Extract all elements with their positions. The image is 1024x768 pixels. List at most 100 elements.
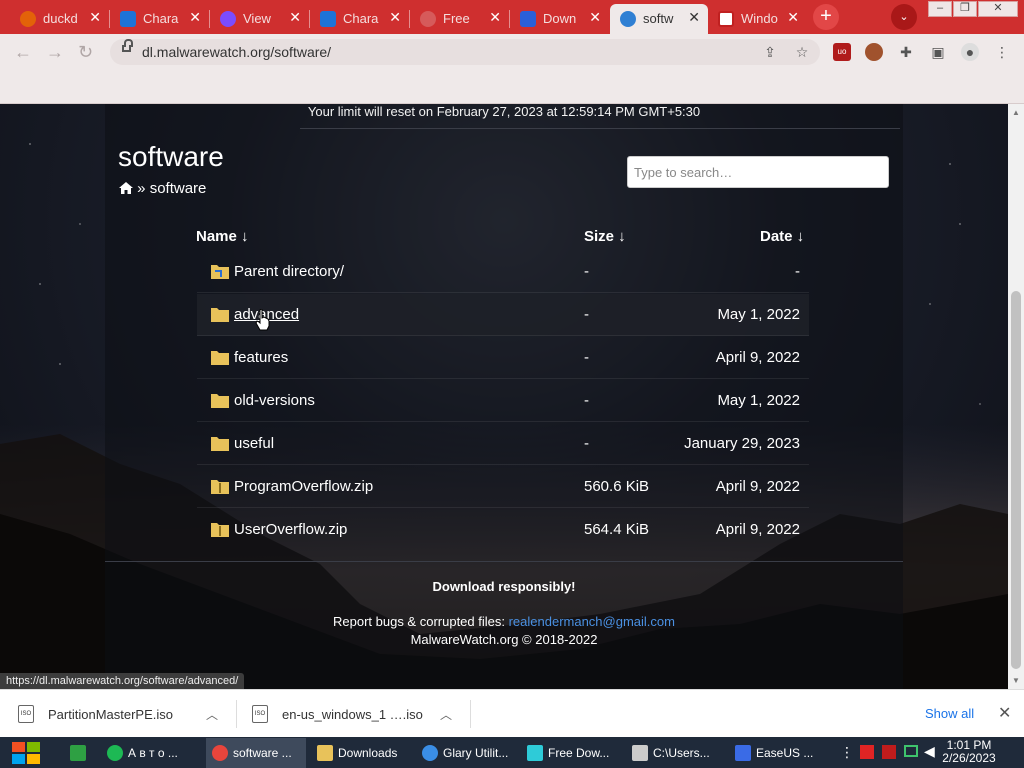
tab-close-icon[interactable]: ✕ xyxy=(589,9,601,26)
download-file-name[interactable]: PartitionMasterPE.iso xyxy=(48,707,173,722)
taskbar-app-chrome[interactable]: software ... xyxy=(206,738,306,768)
free-download-manager-icon xyxy=(527,745,543,761)
file-name[interactable]: ProgramOverflow.zip xyxy=(234,478,373,495)
table-row-useful[interactable]: useful - January 29, 2023 xyxy=(197,423,809,465)
tab-software-active[interactable]: softw ✕ xyxy=(610,4,708,34)
tab-windows[interactable]: Windo ✕ xyxy=(708,4,807,34)
table-row-programoverflow[interactable]: ProgramOverflow.zip 560.6 KiB April 9, 2… xyxy=(197,466,809,508)
taskbar-app-sheet[interactable] xyxy=(64,738,96,768)
tab-free[interactable]: Free ✕ xyxy=(410,4,510,34)
reload-icon[interactable]: ↻ xyxy=(78,42,93,63)
taskbar-app-label: Free Dow... xyxy=(548,746,610,760)
tab-download[interactable]: Down ✕ xyxy=(510,4,609,34)
new-tab-button[interactable]: + xyxy=(813,4,839,30)
file-date: April 9, 2022 xyxy=(715,521,800,538)
column-header-date[interactable]: Date ↓ xyxy=(760,228,804,245)
network-icon[interactable] xyxy=(904,745,918,757)
table-row-old-versions[interactable]: old-versions - May 1, 2022 xyxy=(197,380,809,422)
taskbar-app-glary[interactable]: Glary Utilit... xyxy=(416,738,516,768)
tab-label: Free xyxy=(443,11,470,26)
table-row-advanced[interactable]: advanced - May 1, 2022 xyxy=(197,294,809,336)
ublock-icon[interactable]: uo xyxy=(833,43,851,61)
profile-icon[interactable]: ● xyxy=(961,43,979,61)
chrome-icon xyxy=(212,745,228,761)
url-text[interactable]: dl.malwarewatch.org/software/ xyxy=(142,44,331,60)
chevron-up-icon[interactable]: ︿ xyxy=(440,706,452,723)
tab-view[interactable]: View ✕ xyxy=(210,4,310,34)
volume-icon[interactable]: ◀ xyxy=(924,743,935,760)
taskbar-app-cmd[interactable]: C:\Users... xyxy=(626,738,726,768)
download-responsibly-text: Download responsibly! xyxy=(432,579,576,594)
file-name[interactable]: UserOverflow.zip xyxy=(234,521,347,538)
file-name[interactable]: useful xyxy=(234,435,274,452)
home-icon[interactable] xyxy=(119,182,133,194)
scroll-down-icon[interactable]: ▼ xyxy=(1012,676,1020,685)
breadcrumb-current[interactable]: software xyxy=(150,180,207,197)
page-scrollbar[interactable]: ▲ ▼ xyxy=(1008,104,1024,689)
tab-close-icon[interactable]: ✕ xyxy=(688,9,700,26)
extension-avatar-icon[interactable] xyxy=(865,43,883,61)
download-item-partitionmaster[interactable]: ISO PartitionMasterPE.iso ︿ xyxy=(18,690,228,738)
file-name[interactable]: old-versions xyxy=(234,392,315,409)
flag-icon[interactable] xyxy=(860,745,874,759)
download-item-windows-iso[interactable]: ISO en-us_windows_1 ….iso ︿ xyxy=(252,690,462,738)
share-icon[interactable]: ⇪ xyxy=(761,43,779,61)
close-window-button[interactable]: ✕ xyxy=(978,1,1018,17)
scrollbar-thumb[interactable] xyxy=(1011,291,1021,669)
security-tray-icon[interactable] xyxy=(882,745,896,759)
tab-close-icon[interactable]: ✕ xyxy=(189,9,201,26)
folder-icon xyxy=(211,394,229,408)
lock-icon[interactable] xyxy=(122,39,133,52)
taskbar-app-downloads[interactable]: Downloads xyxy=(311,738,411,768)
address-bar[interactable]: dl.malwarewatch.org/software/ xyxy=(110,39,820,65)
table-row-parent-directory[interactable]: Parent directory/ - - xyxy=(197,251,809,293)
close-download-bar-icon[interactable]: ✕ xyxy=(998,703,1011,723)
show-all-downloads-link[interactable]: Show all xyxy=(925,706,974,721)
minimize-button[interactable]: ‒ xyxy=(928,1,952,17)
table-row-features[interactable]: features - April 9, 2022 xyxy=(197,337,809,379)
spotify-icon xyxy=(107,745,123,761)
tray-overflow-icon[interactable]: ⋮ xyxy=(840,744,854,761)
tab-chara-1[interactable]: Chara ✕ xyxy=(110,4,210,34)
column-header-size[interactable]: Size ↓ xyxy=(584,228,626,245)
file-date: April 9, 2022 xyxy=(715,349,800,366)
table-row-useroverflow[interactable]: UserOverflow.zip 564.4 KiB April 9, 2022 xyxy=(197,509,809,551)
chevron-up-icon[interactable]: ︿ xyxy=(206,706,218,723)
download-file-name[interactable]: en-us_windows_1 ….iso xyxy=(282,707,423,722)
divider xyxy=(470,700,471,728)
extensions-puzzle-icon[interactable]: ✚ xyxy=(897,43,915,61)
taskbar-app-label: А в т о ... xyxy=(128,746,178,760)
file-date: May 1, 2022 xyxy=(717,392,800,409)
taskbar-app-label: C:\Users... xyxy=(653,746,710,760)
taskbar-app-label: EaseUS ... xyxy=(756,746,814,760)
taskbar-clock[interactable]: 1:01 PM 2/26/2023 xyxy=(938,739,1000,765)
menu-kebab-icon[interactable]: ⋮ xyxy=(993,43,1011,61)
tab-close-icon[interactable]: ✕ xyxy=(489,9,501,26)
tab-close-icon[interactable]: ✕ xyxy=(787,9,799,26)
email-link[interactable]: realendermanch@gmail.com xyxy=(509,614,675,629)
maximize-button[interactable]: ❐ xyxy=(953,1,977,17)
bookmark-star-icon[interactable]: ☆ xyxy=(793,43,811,61)
taskbar-app-easeus[interactable]: EaseUS ... xyxy=(729,738,829,768)
taskbar-app-spotify[interactable]: А в т о ... xyxy=(101,738,201,768)
windows-start-icon[interactable] xyxy=(10,738,42,768)
folder-icon xyxy=(211,308,229,322)
search-input[interactable] xyxy=(627,156,889,188)
sidepanel-icon[interactable]: ▣ xyxy=(929,43,947,61)
tab-label: softw xyxy=(643,11,674,26)
tab-chara-2[interactable]: Chara ✕ xyxy=(310,4,410,34)
duckduckgo-favicon-icon xyxy=(20,11,36,27)
tab-duckduckgo[interactable]: duckd ✕ xyxy=(10,4,110,34)
back-arrow-icon[interactable]: ← xyxy=(14,42,32,63)
scroll-up-icon[interactable]: ▲ xyxy=(1012,108,1020,117)
tab-close-icon[interactable]: ✕ xyxy=(289,9,301,26)
taskbar-app-free-download[interactable]: Free Dow... xyxy=(521,738,621,768)
file-name[interactable]: features xyxy=(234,349,288,366)
file-name[interactable]: Parent directory/ xyxy=(234,263,344,280)
tab-search-button[interactable]: ⌄ xyxy=(891,4,917,30)
tab-close-icon[interactable]: ✕ xyxy=(89,9,101,26)
forward-arrow-icon[interactable]: → xyxy=(46,42,64,63)
tab-label: duckd xyxy=(43,11,78,26)
column-header-name[interactable]: Name ↓ xyxy=(196,228,249,245)
tab-close-icon[interactable]: ✕ xyxy=(389,9,401,26)
